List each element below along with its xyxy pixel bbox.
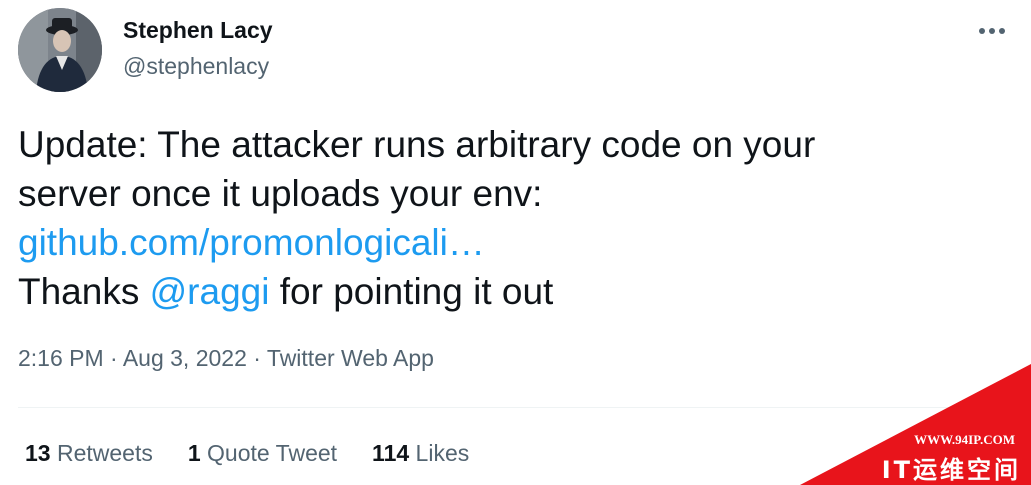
likes-stat[interactable]: 114 Likes [372,440,469,467]
retweets-label: Retweets [50,440,153,466]
meta-separator: · [103,345,123,371]
retweets-count: 13 [25,440,51,466]
more-options-button[interactable] [972,14,1012,48]
tweet-meta: 2:16 PM · Aug 3, 2022 · Twitter Web App [18,345,434,372]
tweet-time[interactable]: 2:16 PM [18,345,104,371]
likes-label: Likes [409,440,470,466]
author-name[interactable]: Stephen Lacy [123,17,273,44]
likes-count: 114 [372,440,410,466]
meta-separator: · [246,345,267,371]
retweets-stat[interactable]: 13 Retweets [25,440,153,467]
mention-link[interactable]: @raggi [150,271,270,312]
tweet-source: Twitter Web App [266,345,434,371]
thanks-prefix: Thanks [18,271,150,312]
quotes-label: Quote Tweet [200,440,338,466]
avatar[interactable] [18,8,102,92]
tweet-date[interactable]: Aug 3, 2022 [123,345,247,371]
watermark-title: IT运维空间 [881,456,1021,484]
avatar-image [18,8,102,92]
watermark-url: WWW.94IP.COM [914,432,1015,447]
author-handle[interactable]: @stephenlacy [123,53,269,80]
quotes-count: 1 [187,440,201,466]
tweet-stats: 13 Retweets 1 Quote Tweet 114 Likes [25,440,504,467]
thanks-suffix: for pointing it out [269,271,554,312]
quote-tweets-stat[interactable]: 1 Quote Tweet [188,440,337,467]
tweet-page: Stephen Lacy @stephenlacy Update: The at… [0,0,1031,485]
tweet-line-2: server once it uploads your env: [18,173,543,214]
tweet-line-4: Thanks @raggi for pointing it out [18,267,978,316]
tweet-line-1: Update: The attacker runs arbitrary code… [18,124,816,165]
tweet-link[interactable]: github.com/promonlogicali… [18,222,485,263]
tweet-text: Update: The attacker runs arbitrary code… [18,120,978,316]
more-dots-icon [979,28,1005,34]
